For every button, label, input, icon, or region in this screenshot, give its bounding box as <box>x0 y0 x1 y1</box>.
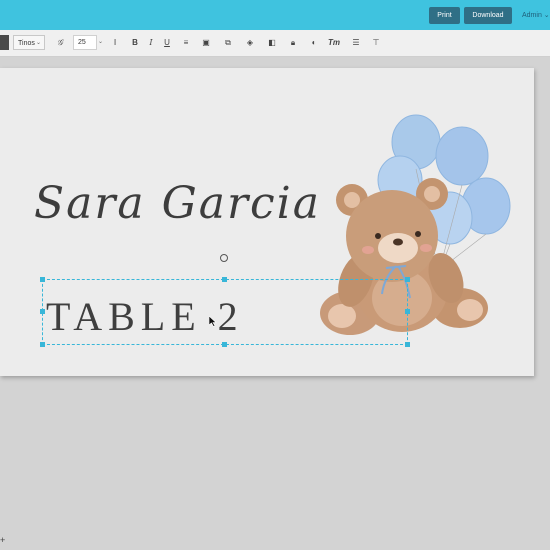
line-spacing-icon[interactable]: Ⅰ <box>109 36 121 49</box>
admin-label[interactable]: Admin <box>522 12 542 19</box>
guest-name-text[interactable]: Sara Garcia <box>34 178 321 229</box>
chevron-down-icon: ⌄ <box>543 12 550 19</box>
top-bar: Print Download Admin ⌄ <box>0 0 550 30</box>
selection-box[interactable] <box>42 279 408 345</box>
download-button[interactable]: Download <box>464 7 512 24</box>
resize-handle-l[interactable] <box>40 309 45 314</box>
frame-icon[interactable]: ◧ <box>266 36 278 49</box>
chevron-down-icon: ⌄ <box>35 40 41 46</box>
resize-handle-b[interactable] <box>222 342 227 347</box>
align-center-icon[interactable]: ⊤ <box>370 36 382 49</box>
resize-handle-tl[interactable] <box>40 277 45 282</box>
resize-handle-tr[interactable] <box>405 277 410 282</box>
list-icon[interactable]: ☰ <box>350 36 362 49</box>
font-size-field[interactable]: 25 <box>73 35 97 50</box>
underline-icon[interactable]: U <box>161 36 173 49</box>
chevron-down-icon[interactable]: ⌄ <box>98 36 103 49</box>
italic-icon[interactable]: I <box>145 36 157 49</box>
admin-menu[interactable]: Admin ⌄ <box>522 7 550 24</box>
font-style-icon[interactable]: 𝒢 <box>54 36 66 49</box>
resize-handle-t[interactable] <box>222 277 227 282</box>
resize-handle-br[interactable] <box>405 342 410 347</box>
image-icon[interactable]: ▣ <box>200 36 212 49</box>
color-icon[interactable]: ◐ <box>308 36 320 49</box>
font-family-select[interactable]: Tinos ⌄ <box>13 35 45 50</box>
lock-icon[interactable]: 🔒︎ <box>287 36 299 49</box>
layers-icon[interactable]: ◈ <box>244 36 256 49</box>
color-swatch[interactable] <box>0 35 9 50</box>
rotate-handle-icon[interactable] <box>220 254 228 262</box>
bold-icon[interactable]: B <box>129 36 141 49</box>
resize-handle-bl[interactable] <box>40 342 45 347</box>
mouse-cursor-icon <box>209 316 217 327</box>
font-family-value: Tinos <box>18 40 35 47</box>
resize-handle-r[interactable] <box>405 309 410 314</box>
print-button[interactable]: Print <box>429 7 460 24</box>
text-transform-icon[interactable]: Tт <box>328 36 340 49</box>
text-toolbar: Tinos ⌄ 𝒢 25 ⌄ Ⅰ B I U ≡ ▣ ⧉ ◈ ◧ 🔒︎ ◐ Tт… <box>0 30 550 57</box>
align-left-icon[interactable]: ≡ <box>180 36 192 49</box>
add-page-icon[interactable]: + <box>0 535 5 545</box>
duplicate-icon[interactable]: ⧉ <box>222 36 234 49</box>
